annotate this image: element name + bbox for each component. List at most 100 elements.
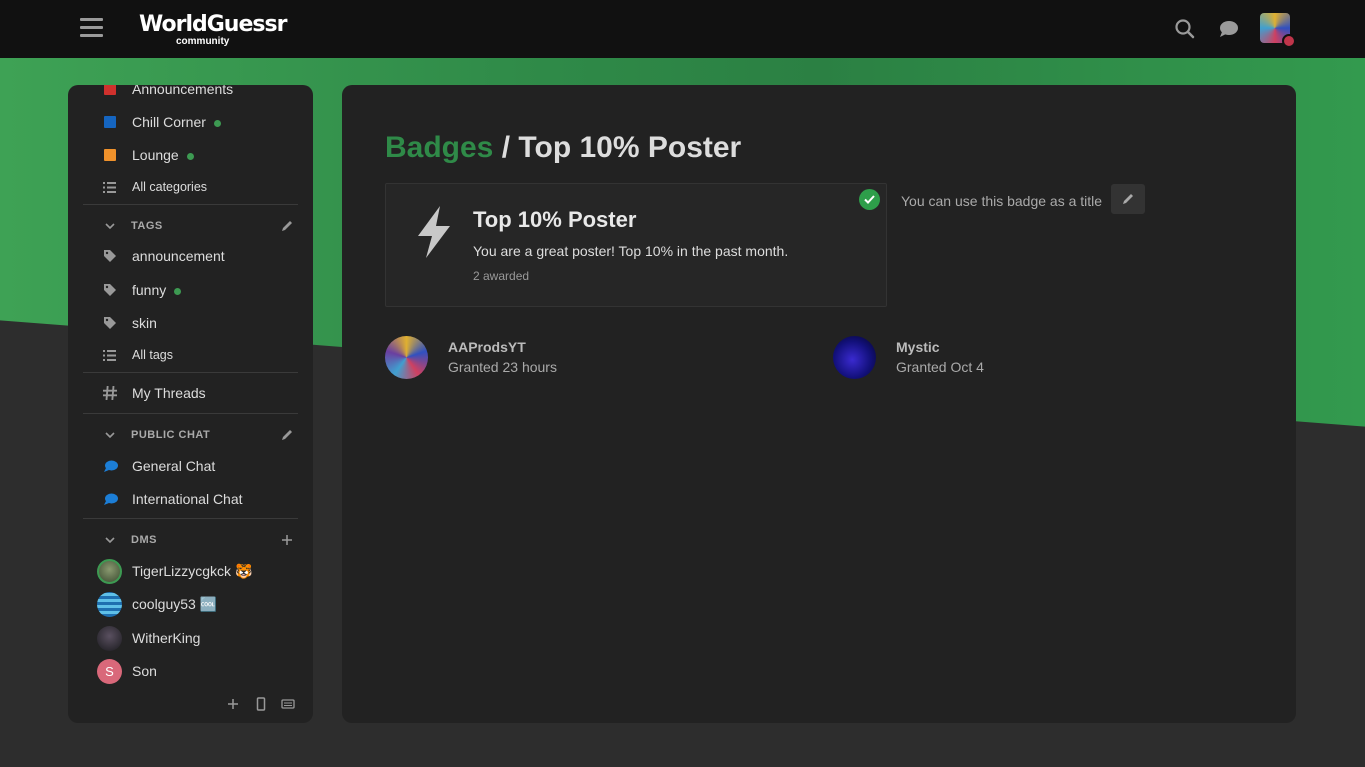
category-color-icon (104, 116, 116, 128)
chevron-down-icon (105, 432, 115, 439)
chat-icon[interactable] (1218, 18, 1240, 40)
badge-awarded-count: 2 awarded (473, 269, 530, 283)
online-dot-icon (186, 152, 194, 160)
hashtag-icon (103, 386, 117, 400)
plus-icon[interactable] (280, 533, 294, 547)
tag-icon (104, 284, 116, 296)
avatar (97, 625, 122, 651)
sidebar-item-lounge[interactable]: Lounge (68, 140, 313, 170)
edit-title-button[interactable] (1111, 184, 1145, 214)
recipient-name[interactable]: Mystic (896, 339, 940, 355)
recipient-granted: Granted 23 hours (448, 359, 557, 375)
mobile-icon[interactable] (254, 697, 268, 711)
avatar (97, 558, 122, 584)
main-content: Badges / Top 10% Poster Top 10% Poster Y… (342, 85, 1296, 723)
sidebar-item-announcements[interactable]: Announcements (68, 85, 313, 104)
sidebar-item-label: skin (132, 315, 157, 331)
logo-subtext: community (176, 36, 230, 47)
title-note: You can use this badge as a title (901, 193, 1103, 209)
page-title: Badges / Top 10% Poster (385, 131, 741, 165)
sidebar-item-label: Lounge (132, 147, 179, 163)
list-icon (103, 349, 116, 361)
plus-icon[interactable] (226, 697, 240, 711)
breadcrumb-separator: / (493, 131, 519, 164)
section-title: PUBLIC CHAT (131, 429, 211, 441)
sidebar-item-label: announcement (132, 248, 225, 264)
section-header-public-chat[interactable]: PUBLIC CHAT (68, 423, 313, 447)
avatar (97, 591, 122, 617)
divider (83, 413, 298, 414)
sidebar-item-label: General Chat (132, 458, 216, 474)
hamburger-menu-icon[interactable] (80, 18, 103, 40)
tag-icon (104, 317, 116, 329)
section-title: DMS (131, 534, 157, 546)
avatar: S (97, 658, 122, 684)
sidebar-item-dm-tigerlizzycgkck[interactable]: TigerLizzycgkck 🐯 (68, 556, 313, 586)
breadcrumb-badges[interactable]: Badges (385, 131, 493, 164)
chevron-down-icon (105, 223, 115, 230)
sidebar-item-general-chat[interactable]: General Chat (68, 451, 313, 481)
check-icon (859, 189, 880, 210)
badge-recipient: AAProdsYT Granted 23 hours (385, 336, 785, 380)
sidebar-item-dm-coolguy53[interactable]: coolguy53 🆒 (68, 589, 313, 619)
status-emoji: 🆒 (199, 595, 218, 612)
section-title: TAGS (131, 220, 163, 232)
sidebar-item-dm-son[interactable]: S Son (68, 656, 313, 686)
chat-bubble-icon (104, 493, 118, 505)
category-lock-icon (104, 149, 116, 161)
avatar[interactable] (833, 336, 876, 379)
sidebar-item-label: coolguy53 (132, 595, 196, 612)
sidebar-item-label: funny (132, 282, 167, 298)
sidebar-item-tag-announcement[interactable]: announcement (68, 241, 313, 271)
sidebar-item-label: International Chat (132, 491, 243, 507)
divider (83, 204, 298, 205)
section-header-dms[interactable]: DMS (68, 528, 313, 552)
sidebar-item-label: Son (132, 663, 157, 679)
sidebar-item-label: TigerLizzycgkck (132, 562, 232, 579)
section-header-tags[interactable]: TAGS (68, 214, 313, 238)
top-header: WorldGuessr community (0, 0, 1365, 58)
list-icon (103, 181, 116, 193)
site-logo[interactable]: WorldGuessr community (139, 12, 287, 50)
sidebar-item-tag-funny[interactable]: funny (68, 275, 313, 305)
page-title-text: Top 10% Poster (518, 131, 742, 164)
sidebar-item-label: All categories (132, 180, 208, 194)
badge-description: You are a great poster! Top 10% in the p… (473, 243, 789, 259)
sidebar-item-label: Announcements (132, 85, 234, 97)
pencil-icon[interactable] (280, 219, 294, 233)
lightning-bolt-icon (418, 206, 450, 258)
sidebar-item-all-categories[interactable]: All categories (68, 172, 313, 202)
sidebar-item-all-tags[interactable]: All tags (68, 340, 313, 370)
pencil-icon[interactable] (280, 428, 294, 442)
sidebar-item-label: Chill Corner (132, 114, 206, 130)
pencil-icon (1123, 194, 1133, 204)
sidebar-item-label: WitherKing (132, 630, 201, 646)
badge-name: Top 10% Poster (473, 207, 637, 232)
online-dot-icon (213, 119, 221, 127)
status-emoji: 🐯 (234, 562, 253, 579)
divider (83, 372, 298, 373)
avatar[interactable] (385, 336, 428, 379)
sidebar: Announcements Chill Corner Lounge All ca… (68, 85, 313, 723)
sidebar-item-label: All tags (132, 348, 173, 362)
sidebar-item-tag-skin[interactable]: skin (68, 308, 313, 338)
badge-card: Top 10% Poster You are a great poster! T… (385, 183, 887, 307)
online-dot-icon (174, 287, 182, 295)
badge-recipient: Mystic Granted Oct 4 (833, 336, 1133, 380)
recipient-granted: Granted Oct 4 (896, 359, 984, 375)
sidebar-item-dm-witherking[interactable]: WitherKing (68, 623, 313, 653)
search-icon[interactable] (1174, 18, 1196, 40)
logo-text: WorldGuessr (139, 12, 287, 37)
tag-icon (104, 250, 116, 262)
sidebar-item-label: My Threads (132, 385, 206, 401)
sidebar-item-chill-corner[interactable]: Chill Corner (68, 107, 313, 137)
recipient-name[interactable]: AAProdsYT (448, 339, 526, 355)
chat-bubble-icon (104, 460, 118, 472)
notification-badge (1282, 34, 1296, 48)
category-color-icon (104, 85, 116, 95)
keyboard-icon[interactable] (281, 697, 295, 711)
divider (83, 518, 298, 519)
chevron-down-icon (105, 537, 115, 544)
sidebar-item-international-chat[interactable]: International Chat (68, 484, 313, 514)
sidebar-item-my-threads[interactable]: My Threads (68, 378, 313, 408)
